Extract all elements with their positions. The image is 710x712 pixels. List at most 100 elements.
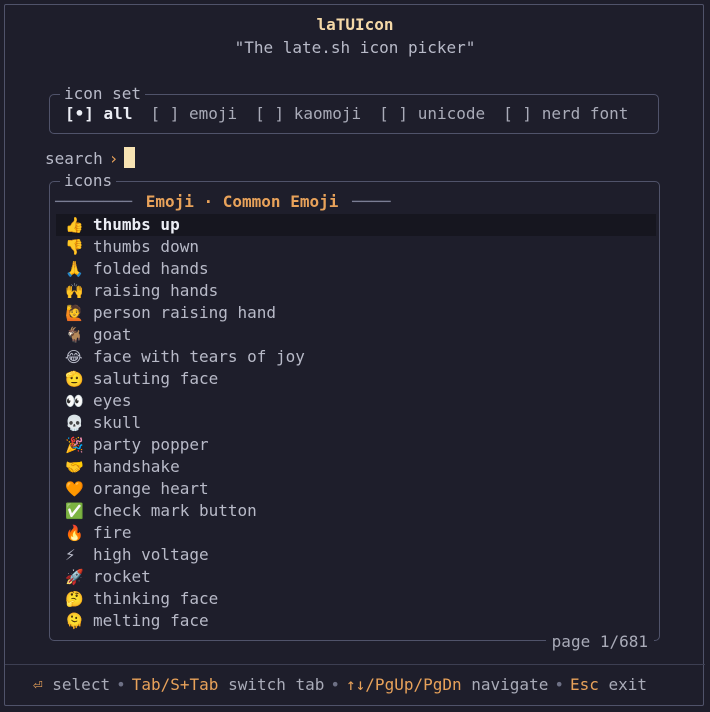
emoji-icon: 🧡 (65, 480, 84, 498)
list-item[interactable]: 👍 thumbs up (56, 214, 656, 236)
icon-list[interactable]: 👍 thumbs up 👎 thumbs down 🙏 folded hands 🙌 rais… (56, 214, 656, 632)
list-item[interactable]: 🙏 folded hands (56, 258, 656, 280)
icon-set-option-nerd-font[interactable]: [ ] nerd font (503, 104, 628, 123)
emoji-icon: 🔥 (65, 524, 84, 542)
emoji-icon: 👎 (65, 238, 84, 256)
search-bar[interactable]: search › (45, 147, 136, 168)
list-item[interactable]: 😂 face with tears of joy (56, 346, 656, 368)
icon-set-option-all[interactable]: [•] all (65, 104, 132, 123)
group-rule-left: ──────── (55, 192, 133, 211)
icon-name: rocket (93, 567, 151, 586)
list-item[interactable]: 🙋 person raising hand (56, 302, 656, 324)
icon-name: orange heart (93, 479, 209, 498)
app-title: laTUIcon (316, 15, 394, 34)
emoji-icon: 🙋 (65, 304, 84, 322)
hint-exit-key: Esc (569, 675, 599, 694)
list-item[interactable]: 🫠 melting face (56, 610, 656, 632)
group-title: Emoji · Common Emoji (145, 192, 339, 211)
footer-divider (5, 664, 705, 665)
radio-mark: [ ] (150, 104, 180, 123)
emoji-icon: 😂 (65, 348, 83, 366)
hint-select: select (52, 675, 111, 694)
emoji-icon: ⚡ (65, 546, 76, 564)
hint-navigate: navigate (471, 675, 549, 694)
emoji-icon: 🚀 (65, 568, 84, 586)
list-item[interactable]: 🚀 rocket (56, 566, 656, 588)
icons-legend: icons (60, 170, 117, 192)
app-subtitle: "The late.sh icon picker" (234, 38, 476, 57)
icon-set-option-kaomoji[interactable]: [ ] kaomoji (255, 104, 361, 123)
emoji-icon: 🤔 (65, 590, 84, 608)
enter-key-icon: ⏎ (33, 675, 43, 694)
hint-exit: exit (608, 675, 648, 694)
search-prompt-icon: › (108, 149, 119, 168)
emoji-icon: 🙏 (65, 260, 84, 278)
list-item[interactable]: 💀 skull (56, 412, 656, 434)
icon-name: folded hands (93, 259, 209, 278)
option-label: nerd font (541, 104, 629, 123)
icon-name: handshake (93, 457, 180, 476)
emoji-icon: 🫡 (65, 370, 84, 388)
emoji-icon: ✅ (65, 502, 84, 520)
page-indicator: page 1/681 (545, 632, 654, 651)
option-label: emoji (189, 104, 238, 123)
group-rule-right: ──── (352, 192, 391, 211)
emoji-icon: 💀 (65, 414, 84, 432)
list-item[interactable]: ⚡ high voltage (56, 544, 656, 566)
list-item[interactable]: 🙌 raising hands (56, 280, 656, 302)
list-item[interactable]: 🤔 thinking face (56, 588, 656, 610)
emoji-icon: 🐐 (65, 326, 84, 344)
list-item[interactable]: 🫡 saluting face (56, 368, 656, 390)
icons-panel: icons ──────── Emoji · Common Emoji ────… (49, 170, 660, 641)
icon-set-option-unicode[interactable]: [ ] unicode (379, 104, 485, 123)
option-label: all (103, 104, 133, 123)
icon-name: skull (93, 413, 142, 432)
hint-separator: • (554, 675, 564, 694)
icon-name: fire (93, 523, 132, 542)
list-item[interactable]: 🤝 handshake (56, 456, 656, 478)
list-item[interactable]: 🧡 orange heart (56, 478, 656, 500)
hint-switch-tab: switch tab (228, 675, 325, 694)
icon-set-options: [•] all[ ] emoji[ ] kaomoji[ ] unicode[ … (65, 104, 646, 123)
key-hints: ⏎ select • Tab/S+Tab switch tab • ↑↓/PgUp/Pg… (33, 675, 647, 694)
icon-name: thumbs up (93, 215, 180, 234)
icon-name: eyes (93, 391, 132, 410)
list-item[interactable]: 🔥 fire (56, 522, 656, 544)
list-item[interactable]: 🎉 party popper (56, 434, 656, 456)
emoji-icon: 🫠 (65, 612, 84, 630)
radio-mark: [ ] (379, 104, 409, 123)
radio-mark: [ ] (255, 104, 285, 123)
hint-separator: • (116, 675, 126, 694)
icon-name: check mark button (93, 501, 257, 520)
emoji-icon: 👍 (65, 216, 84, 234)
icon-name: party popper (93, 435, 209, 454)
option-label: unicode (417, 104, 486, 123)
emoji-icon: 🤝 (65, 458, 84, 476)
hint-separator: • (330, 675, 341, 694)
icon-set-legend: icon set (60, 83, 146, 105)
icon-name: face with tears of joy (93, 347, 305, 366)
list-item[interactable]: ✅ check mark button (56, 500, 656, 522)
icon-name: thinking face (93, 589, 219, 608)
emoji-icon: 👀 (65, 392, 84, 410)
icon-set-option-emoji[interactable]: [ ] emoji (150, 104, 237, 123)
search-label: search (45, 149, 103, 168)
icon-name: person raising hand (93, 303, 277, 322)
icon-name: saluting face (93, 369, 219, 388)
hint-tab-key: Tab/S+Tab (131, 675, 219, 694)
group-header: ──────── Emoji · Common Emoji ──── (55, 192, 391, 211)
emoji-icon: 🎉 (65, 436, 84, 454)
list-item[interactable]: 👀 eyes (56, 390, 656, 412)
radio-mark: [•] (65, 104, 94, 123)
hint-nav-key: ↑↓/PgUp/PgDn (346, 675, 462, 694)
icon-name: raising hands (93, 281, 219, 300)
icon-name: goat (93, 325, 132, 344)
icon-name: thumbs down (93, 237, 199, 256)
list-item[interactable]: 🐐 goat (56, 324, 656, 346)
radio-mark: [ ] (503, 104, 533, 123)
icon-name: melting face (93, 611, 209, 630)
icon-set-panel: icon set [•] all[ ] emoji[ ] kaomoji[ ] … (49, 83, 659, 134)
icon-name: high voltage (93, 545, 209, 564)
list-item[interactable]: 👎 thumbs down (56, 236, 656, 258)
option-label: kaomoji (293, 104, 362, 123)
